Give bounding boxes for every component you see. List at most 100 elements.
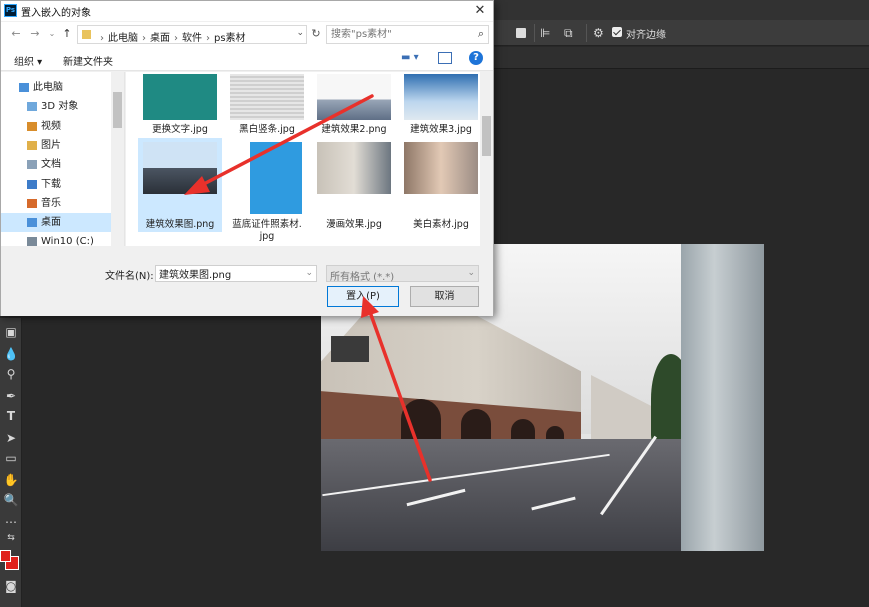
file-thumbnail (143, 142, 217, 194)
hand-tool-icon[interactable]: ✋ (3, 472, 19, 488)
nav-item-label: 3D 对象 (41, 101, 79, 113)
path-arrange-icon[interactable]: ⧉ (564, 26, 573, 40)
file-thumbnail (404, 142, 478, 194)
drive-icon (27, 237, 37, 246)
dialog-footer: 文件名(N): ⌄ 所有格式 (*.*) ⌄ 置入(P) 取消 (1, 247, 493, 316)
quick-mask-icon[interactable]: ◙ (3, 578, 19, 594)
pictures-icon (27, 140, 37, 150)
file-item[interactable]: 更换文字.jpg (138, 72, 222, 140)
file-item[interactable]: 建筑效果图.png (138, 138, 222, 232)
place-button[interactable]: 置入(P) (327, 286, 399, 307)
chevron-down-icon[interactable]: ⌄ (296, 28, 304, 38)
file-name: 漫画效果.jpg (326, 219, 382, 230)
nav-item-label: 此电脑 (33, 82, 63, 93)
new-folder-button[interactable]: 新建文件夹 (63, 53, 113, 68)
more-tools-icon[interactable]: ⋯ (3, 514, 19, 530)
zoom-tool-icon[interactable]: 🔍 (3, 492, 19, 508)
breadcrumb-item[interactable]: 软件 (182, 33, 202, 44)
file-name: 黑白竖条.jpg (239, 124, 295, 135)
photoshop-logo: Ps (4, 4, 17, 17)
swap-colors-icon[interactable]: ⇆ (3, 530, 19, 546)
view-options-icon[interactable]: ▬ ▾ (401, 52, 423, 66)
file-type-value: 所有格式 (*.*) (330, 272, 395, 283)
ps-options-bar: ⊫ ⧉ ⚙ 对齐边缘 (494, 20, 869, 46)
desktop-icon (27, 218, 37, 228)
address-row: ← → ⌄ ↑ ›此电脑›桌面›软件›ps素材 ⌄ ↻ ⌕ (1, 22, 493, 47)
organize-button[interactable]: 组织 ▾ (14, 53, 42, 68)
file-name: 建筑效果图.png (145, 219, 215, 230)
chevron-down-icon[interactable]: ⌄ (305, 268, 313, 278)
documents-icon (27, 160, 37, 170)
nav-item[interactable]: 桌面 (1, 213, 111, 233)
nav-scrollbar[interactable] (111, 72, 124, 246)
file-item[interactable]: 建筑效果2.png (312, 72, 396, 140)
file-type-select[interactable]: 所有格式 (*.*) ⌄ (326, 265, 479, 283)
dialog-title: 置入嵌入的对象 (21, 8, 91, 19)
file-list: 更换文字.jpg 黑白竖条.jpg 建筑效果2.png 建筑效果3.jpg 建筑效果图.… (126, 72, 480, 246)
refresh-icon[interactable]: ↻ (309, 27, 323, 41)
breadcrumb-item[interactable]: 此电脑 (108, 33, 138, 44)
file-item[interactable]: 美白素材.jpg (399, 138, 480, 232)
video-icon (27, 121, 37, 131)
nav-item-label: 下载 (41, 178, 61, 190)
forward-arrow-icon[interactable]: → (28, 26, 42, 42)
nav-item[interactable]: 视频 (1, 117, 111, 136)
rectangle-tool-icon[interactable]: ▭ (3, 450, 19, 466)
filename-input[interactable] (159, 267, 299, 280)
file-item[interactable]: 蓝底证件照素材. jpg (225, 138, 309, 242)
file-name: 美白素材.jpg (413, 219, 469, 230)
gradient-tool-icon[interactable]: ▣ (3, 324, 19, 340)
file-thumbnail (230, 74, 304, 120)
dodge-tool-icon[interactable]: ⚲ (3, 366, 19, 382)
file-item[interactable]: 黑白竖条.jpg (225, 72, 309, 140)
foreground-color-swatch[interactable] (0, 550, 11, 562)
close-button[interactable]: ✕ (471, 2, 489, 20)
cancel-button[interactable]: 取消 (410, 286, 479, 307)
file-name: 蓝底证件照素材. (232, 219, 302, 230)
file-name: 建筑效果2.png (321, 124, 387, 135)
file-list-scrollbar[interactable] (480, 72, 493, 246)
nav-item-label: 文档 (41, 159, 61, 171)
align-edges-label: 对齐边缘 (626, 30, 666, 41)
nav-item[interactable]: 文档 (1, 155, 111, 174)
download-icon (27, 179, 37, 189)
align-edges-checkbox[interactable] (612, 27, 622, 37)
file-item[interactable]: 建筑效果3.jpg (399, 72, 480, 140)
file-name: 建筑效果3.jpg (410, 124, 472, 135)
file-name: 更换文字.jpg (152, 124, 208, 135)
nav-item-label: Win10 (C:) (41, 236, 94, 246)
nav-item[interactable]: 音乐 (1, 194, 111, 213)
ps-document-tabbar (494, 47, 869, 69)
type-tool-icon[interactable]: T (3, 408, 19, 424)
file-item[interactable]: 漫画效果.jpg (312, 138, 396, 232)
breadcrumb-item[interactable]: ps素材 (214, 33, 246, 44)
history-chevron-icon[interactable]: ⌄ (45, 26, 59, 42)
nav-item[interactable]: Win10 (C:) (1, 232, 111, 246)
pen-tool-icon[interactable]: ✒ (3, 388, 19, 404)
nav-item-label: 图片 (41, 139, 61, 151)
search-input[interactable] (331, 28, 466, 41)
filename-field[interactable]: ⌄ (155, 265, 317, 282)
breadcrumb-item[interactable]: 桌面 (150, 33, 170, 44)
back-arrow-icon[interactable]: ← (9, 26, 23, 42)
preview-pane-icon[interactable] (438, 52, 452, 64)
nav-item[interactable]: 3D 对象 (1, 97, 111, 116)
gear-icon[interactable]: ⚙ (593, 26, 604, 40)
file-thumbnail (143, 74, 217, 120)
nav-item[interactable]: 此电脑 (1, 78, 111, 97)
up-arrow-icon[interactable]: ↑ (60, 26, 74, 42)
nav-item-label: 音乐 (41, 197, 61, 209)
search-box[interactable]: ⌕ (326, 25, 489, 44)
help-icon[interactable]: ? (469, 51, 483, 65)
address-bar[interactable]: › 此电脑 › 桌面 › 软件 › ps素材 ⌄ (77, 25, 307, 44)
blur-tool-icon[interactable]: 💧 (3, 346, 19, 362)
cube-icon (27, 102, 37, 112)
nav-item-label: 视频 (41, 120, 61, 132)
search-icon[interactable]: ⌕ (478, 27, 484, 41)
nav-item[interactable]: 图片 (1, 136, 111, 155)
shop-sign (331, 336, 369, 362)
path-select-tool-icon[interactable]: ➤ (3, 430, 19, 446)
nav-item[interactable]: 下载 (1, 175, 111, 194)
path-align-icon[interactable]: ⊫ (540, 26, 550, 40)
path-ops-icon[interactable] (516, 28, 526, 38)
